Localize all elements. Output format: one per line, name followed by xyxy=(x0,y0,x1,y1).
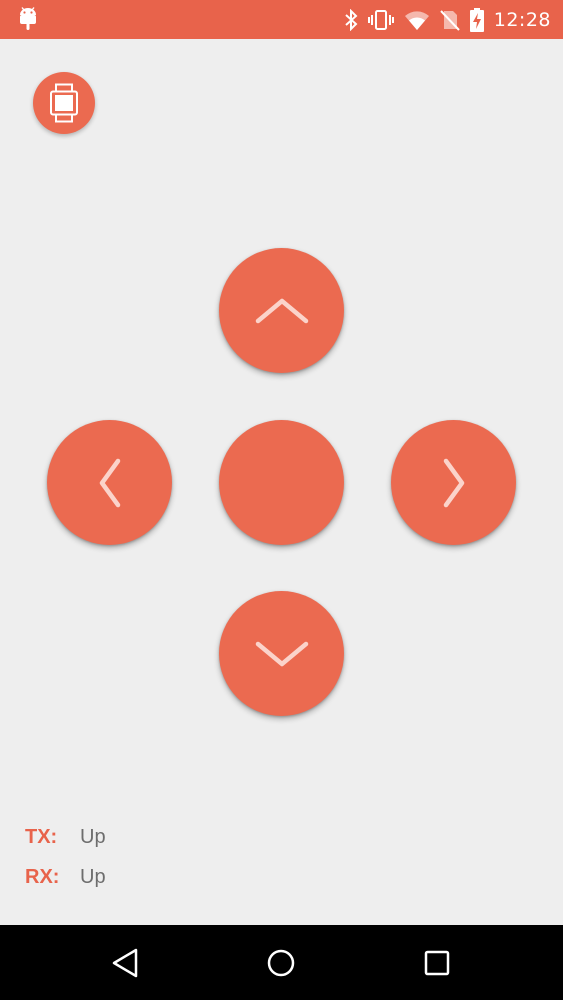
android-icon xyxy=(20,7,36,30)
tx-value: Up xyxy=(80,825,106,848)
dpad-up-button[interactable] xyxy=(219,248,344,373)
status-time: 12:28 xyxy=(493,8,551,31)
chevron-up-icon xyxy=(255,298,308,323)
recents-icon xyxy=(424,950,450,976)
rx-readout: RX: Up xyxy=(25,863,106,891)
bluetooth-icon xyxy=(345,8,358,31)
vibrate-icon xyxy=(367,9,394,30)
recents-button[interactable] xyxy=(417,943,457,983)
back-icon xyxy=(112,948,138,978)
watch-icon xyxy=(50,83,78,123)
tx-label: TX: xyxy=(25,825,58,848)
dpad-center-button[interactable] xyxy=(219,420,344,545)
dpad-right-button[interactable] xyxy=(391,420,516,545)
dpad-down-button[interactable] xyxy=(219,591,344,716)
app-screen: 12:28 TX: Up RX: Up xyxy=(0,0,563,1000)
wifi-icon xyxy=(404,10,429,30)
home-icon xyxy=(267,949,295,977)
battery-charging-icon xyxy=(469,7,484,32)
home-button[interactable] xyxy=(261,943,301,983)
navigation-bar xyxy=(0,925,563,1000)
status-icons: 12:28 xyxy=(344,0,551,39)
rx-value: Up xyxy=(80,865,106,888)
dpad-left-button[interactable] xyxy=(47,420,172,545)
chevron-down-icon xyxy=(255,641,308,666)
tx-readout: TX: Up xyxy=(25,823,106,851)
rx-label: RX: xyxy=(25,865,60,888)
chevron-right-icon xyxy=(443,458,464,507)
back-button[interactable] xyxy=(105,943,145,983)
chevron-left-icon xyxy=(99,458,120,507)
watch-connect-button[interactable] xyxy=(33,72,95,134)
no-sim-icon xyxy=(440,9,460,31)
status-bar: 12:28 xyxy=(0,0,563,39)
